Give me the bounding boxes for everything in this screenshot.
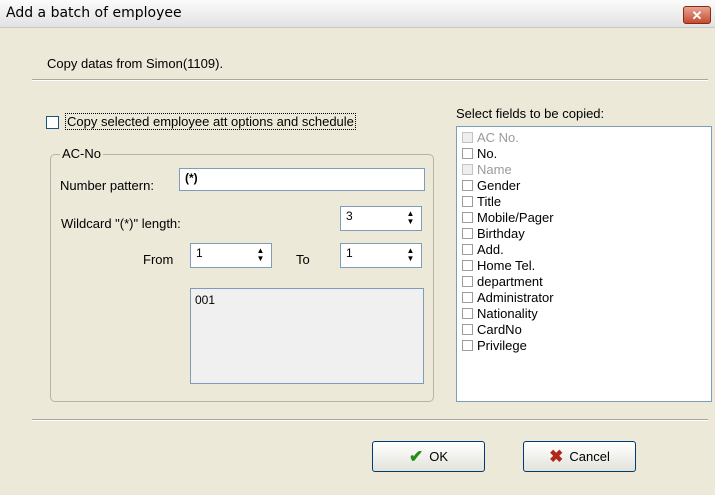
- copy-options-label[interactable]: Copy selected employee att options and s…: [65, 113, 356, 130]
- ac-no-group-legend: AC-No: [60, 146, 104, 161]
- field-item-department[interactable]: department: [462, 273, 543, 289]
- field-item-nationality[interactable]: Nationality: [462, 305, 538, 321]
- header-divider: [32, 79, 708, 81]
- ok-button-label: OK: [429, 449, 449, 464]
- ac-no-preview-value: 001: [195, 293, 216, 307]
- copy-options-checkbox[interactable]: [46, 116, 59, 129]
- checkbox-icon: [462, 323, 473, 335]
- checkbox-icon: [462, 131, 473, 143]
- field-item-label: Mobile/Pager: [477, 209, 554, 225]
- field-item-label: Add.: [477, 241, 504, 257]
- field-item-label: Name: [477, 161, 512, 177]
- fields-panel-label: Select fields to be copied:: [456, 106, 605, 121]
- field-item-gender[interactable]: Gender: [462, 177, 520, 193]
- x-icon: ✖: [549, 446, 564, 466]
- number-pattern-input[interactable]: (*): [179, 168, 425, 191]
- field-item-ac-no[interactable]: AC No.: [462, 129, 519, 145]
- spin-arrows-icon[interactable]: ▲ ▼: [402, 209, 419, 226]
- field-item-title[interactable]: Title: [462, 193, 501, 209]
- from-spinner[interactable]: 1 ▲ ▼: [190, 243, 272, 268]
- close-button[interactable]: ✕: [683, 6, 711, 24]
- field-item-mobile-pager[interactable]: Mobile/Pager: [462, 209, 554, 225]
- to-label: To: [296, 252, 310, 267]
- checkbox-icon: [462, 339, 473, 351]
- field-item-label: No.: [477, 145, 498, 161]
- checkbox-icon: [462, 211, 473, 223]
- close-icon: ✕: [691, 7, 703, 23]
- cancel-button[interactable]: ✖ Cancel: [523, 441, 636, 472]
- field-item-add[interactable]: Add.: [462, 241, 504, 257]
- field-item-label: Title: [477, 193, 502, 209]
- field-item-label: AC No.: [477, 129, 519, 145]
- wildcard-length-spinner[interactable]: 3 ▲ ▼: [340, 206, 422, 231]
- from-label: From: [143, 252, 174, 267]
- field-item-label: department: [477, 273, 543, 289]
- window-title: Add a batch of employee: [6, 5, 182, 21]
- field-item-no[interactable]: No.: [462, 145, 497, 161]
- field-item-label: Administrator: [477, 289, 554, 305]
- check-icon: ✔: [408, 446, 424, 466]
- footer-divider: [32, 419, 708, 421]
- from-value: 1: [196, 246, 203, 260]
- field-item-birthday[interactable]: Birthday: [462, 225, 525, 241]
- checkbox-icon: [462, 163, 473, 175]
- field-item-privilege[interactable]: Privilege: [462, 337, 527, 353]
- field-item-label: Home Tel.: [477, 257, 536, 273]
- wildcard-length-value: 3: [346, 209, 353, 223]
- checkbox-icon: [462, 227, 473, 239]
- field-item-label: Birthday: [477, 225, 525, 241]
- number-pattern-label: Number pattern:: [60, 178, 154, 193]
- spin-arrows-icon[interactable]: ▲ ▼: [402, 246, 419, 263]
- field-item-administrator[interactable]: Administrator: [462, 289, 554, 305]
- field-item-label: Gender: [477, 177, 521, 193]
- field-item-home-tel[interactable]: Home Tel.: [462, 257, 535, 273]
- ok-button[interactable]: ✔ OK: [372, 441, 485, 472]
- checkbox-icon: [462, 291, 473, 303]
- checkbox-icon: [462, 195, 473, 207]
- to-value: 1: [346, 246, 353, 260]
- checkbox-icon: [462, 275, 473, 287]
- title-bar: Add a batch of employee ✕: [0, 0, 715, 28]
- to-spinner[interactable]: 1 ▲ ▼: [340, 243, 422, 268]
- field-item-name[interactable]: Name: [462, 161, 512, 177]
- copy-source-text: Copy datas from Simon(1109).: [47, 56, 224, 71]
- checkbox-icon: [462, 147, 473, 159]
- checkbox-icon: [462, 259, 473, 271]
- fields-listbox[interactable]: AC No. No. Name Gender Title Mobile/Page…: [456, 126, 712, 402]
- cancel-button-label: Cancel: [569, 449, 610, 464]
- field-item-label: CardNo: [477, 321, 522, 337]
- wildcard-length-label: Wildcard "(*)" length:: [61, 216, 181, 231]
- checkbox-icon: [462, 307, 473, 319]
- checkbox-icon: [462, 179, 473, 191]
- field-item-label: Privilege: [477, 337, 527, 353]
- ac-no-preview-box: 001: [190, 288, 424, 384]
- spin-arrows-icon[interactable]: ▲ ▼: [252, 246, 269, 263]
- field-item-cardno[interactable]: CardNo: [462, 321, 522, 337]
- checkbox-icon: [462, 243, 473, 255]
- field-item-label: Nationality: [477, 305, 538, 321]
